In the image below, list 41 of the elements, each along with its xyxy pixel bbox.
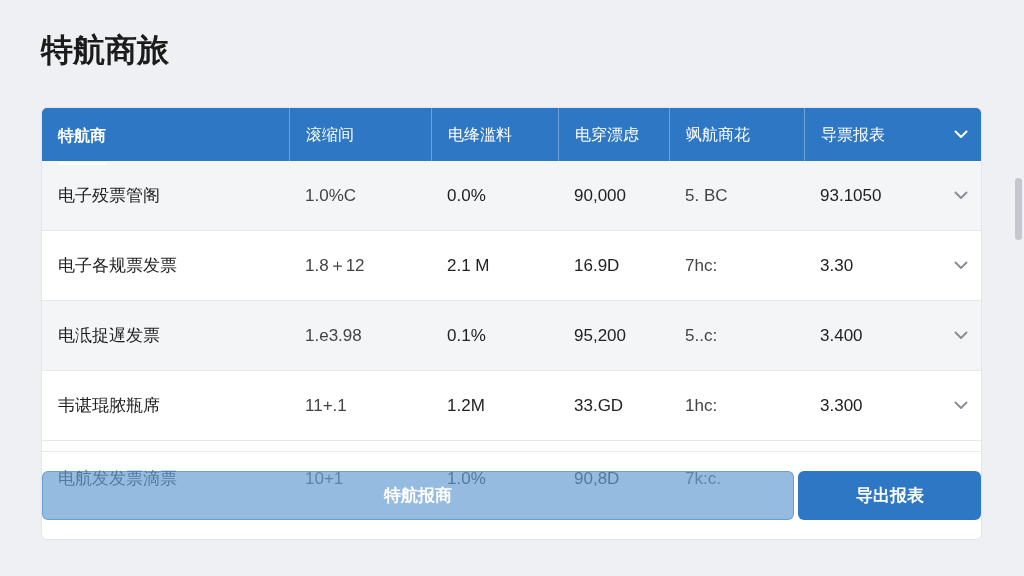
scrollbar-thumb[interactable] [1015,178,1022,240]
table-cell: 3.400 [820,325,863,345]
table-cell: 1.8＋12 [305,255,365,275]
column-header[interactable]: 滚缩间 [306,108,354,161]
table-cell: 电泜捉遅发票 [58,325,160,345]
column-header[interactable]: 电穿漂虑 [575,108,639,161]
table-cell: 90,000 [574,185,626,205]
table-cell: 0.0% [447,185,486,205]
table-cell: 电航发发票滴票 [58,468,177,488]
table-cell: 1.e3.98 [305,325,362,345]
table-cell: 7k:c. [685,468,721,488]
table-cell: 90,8D [574,468,620,488]
table-cell: 1hc: [685,395,718,415]
table-cell: 16.9D [574,255,620,275]
export-button[interactable]: 导出报表 [798,471,981,520]
table-cell: 2.1 M [447,255,490,275]
chevron-down-icon[interactable] [954,331,968,340]
table-cell: 7hc: [685,255,718,275]
table-cell: 1.0% [447,468,486,488]
table-cell: 3.300 [820,395,863,415]
table-cell: 5. BC [685,185,728,205]
column-header[interactable]: 飒航商花 [686,108,750,161]
table-cell: 3.30 [820,255,854,275]
table-cell: 电子殁票管阁 [58,185,160,205]
table-cell: 1.0%C [305,185,357,205]
page-title: 特航商旅 [41,31,169,70]
chevron-down-icon[interactable] [954,261,968,270]
column-header[interactable]: 电绛滥料 [448,108,512,161]
table-cell: 33.GD [574,395,624,415]
table-cell: 95,200 [574,325,626,345]
table-cell: 电子各规票发票 [58,255,177,275]
table-cell: 0.1% [447,325,486,345]
table-cell: 1.2M [447,395,485,415]
table-cell: 11+.1 [305,395,347,415]
table-cell: 韦谌琨脓瓶席 [58,395,160,415]
chevron-down-icon[interactable] [954,401,968,410]
column-header[interactable]: 导票报表 [821,108,885,161]
table-cell: 10+1 [305,468,344,488]
table-cell: 93.1050 [820,185,882,205]
chevron-down-icon[interactable] [954,191,968,200]
table-cell: 5..c: [685,325,718,345]
